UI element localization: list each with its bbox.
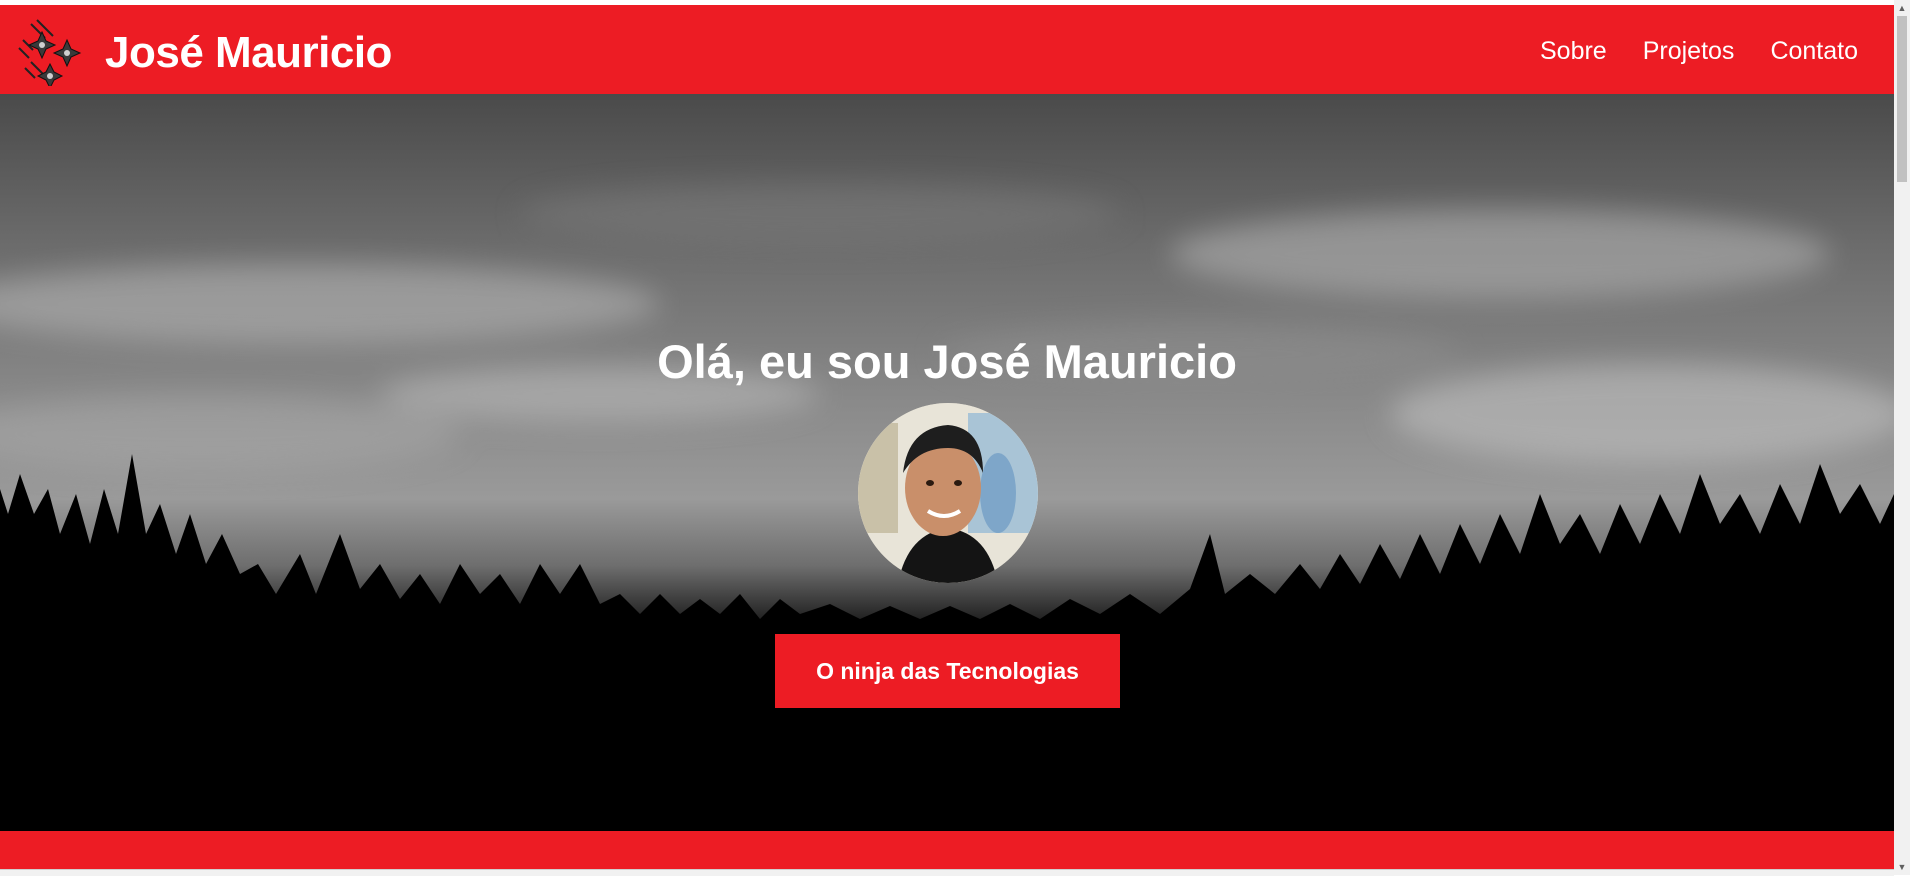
profile-photo-image [858, 403, 1038, 583]
hero-section: Olá, eu sou José Mauricio O ninja das Te… [0, 94, 1894, 831]
navbar: José Mauricio Sobre Projetos Contato [0, 5, 1894, 94]
scroll-down-arrow-icon[interactable]: ▼ [1894, 859, 1910, 875]
brand-name[interactable]: José Mauricio [105, 27, 392, 79]
scrollbar-thumb[interactable] [1897, 16, 1907, 182]
tagline-button[interactable]: O ninja das Tecnologias [775, 634, 1120, 708]
hero-title: Olá, eu sou José Mauricio [657, 335, 1237, 389]
vertical-scrollbar[interactable]: ▲ ▼ [1894, 0, 1910, 875]
section-divider-band [0, 831, 1894, 869]
main-nav: Sobre Projetos Contato [1540, 35, 1858, 67]
nav-link-projetos[interactable]: Projetos [1643, 35, 1735, 67]
shuriken-logo-icon[interactable] [17, 18, 85, 86]
nav-link-contato[interactable]: Contato [1770, 35, 1858, 67]
nav-link-sobre[interactable]: Sobre [1540, 35, 1607, 67]
profile-photo [858, 403, 1038, 583]
scroll-up-arrow-icon[interactable]: ▲ [1894, 0, 1910, 16]
